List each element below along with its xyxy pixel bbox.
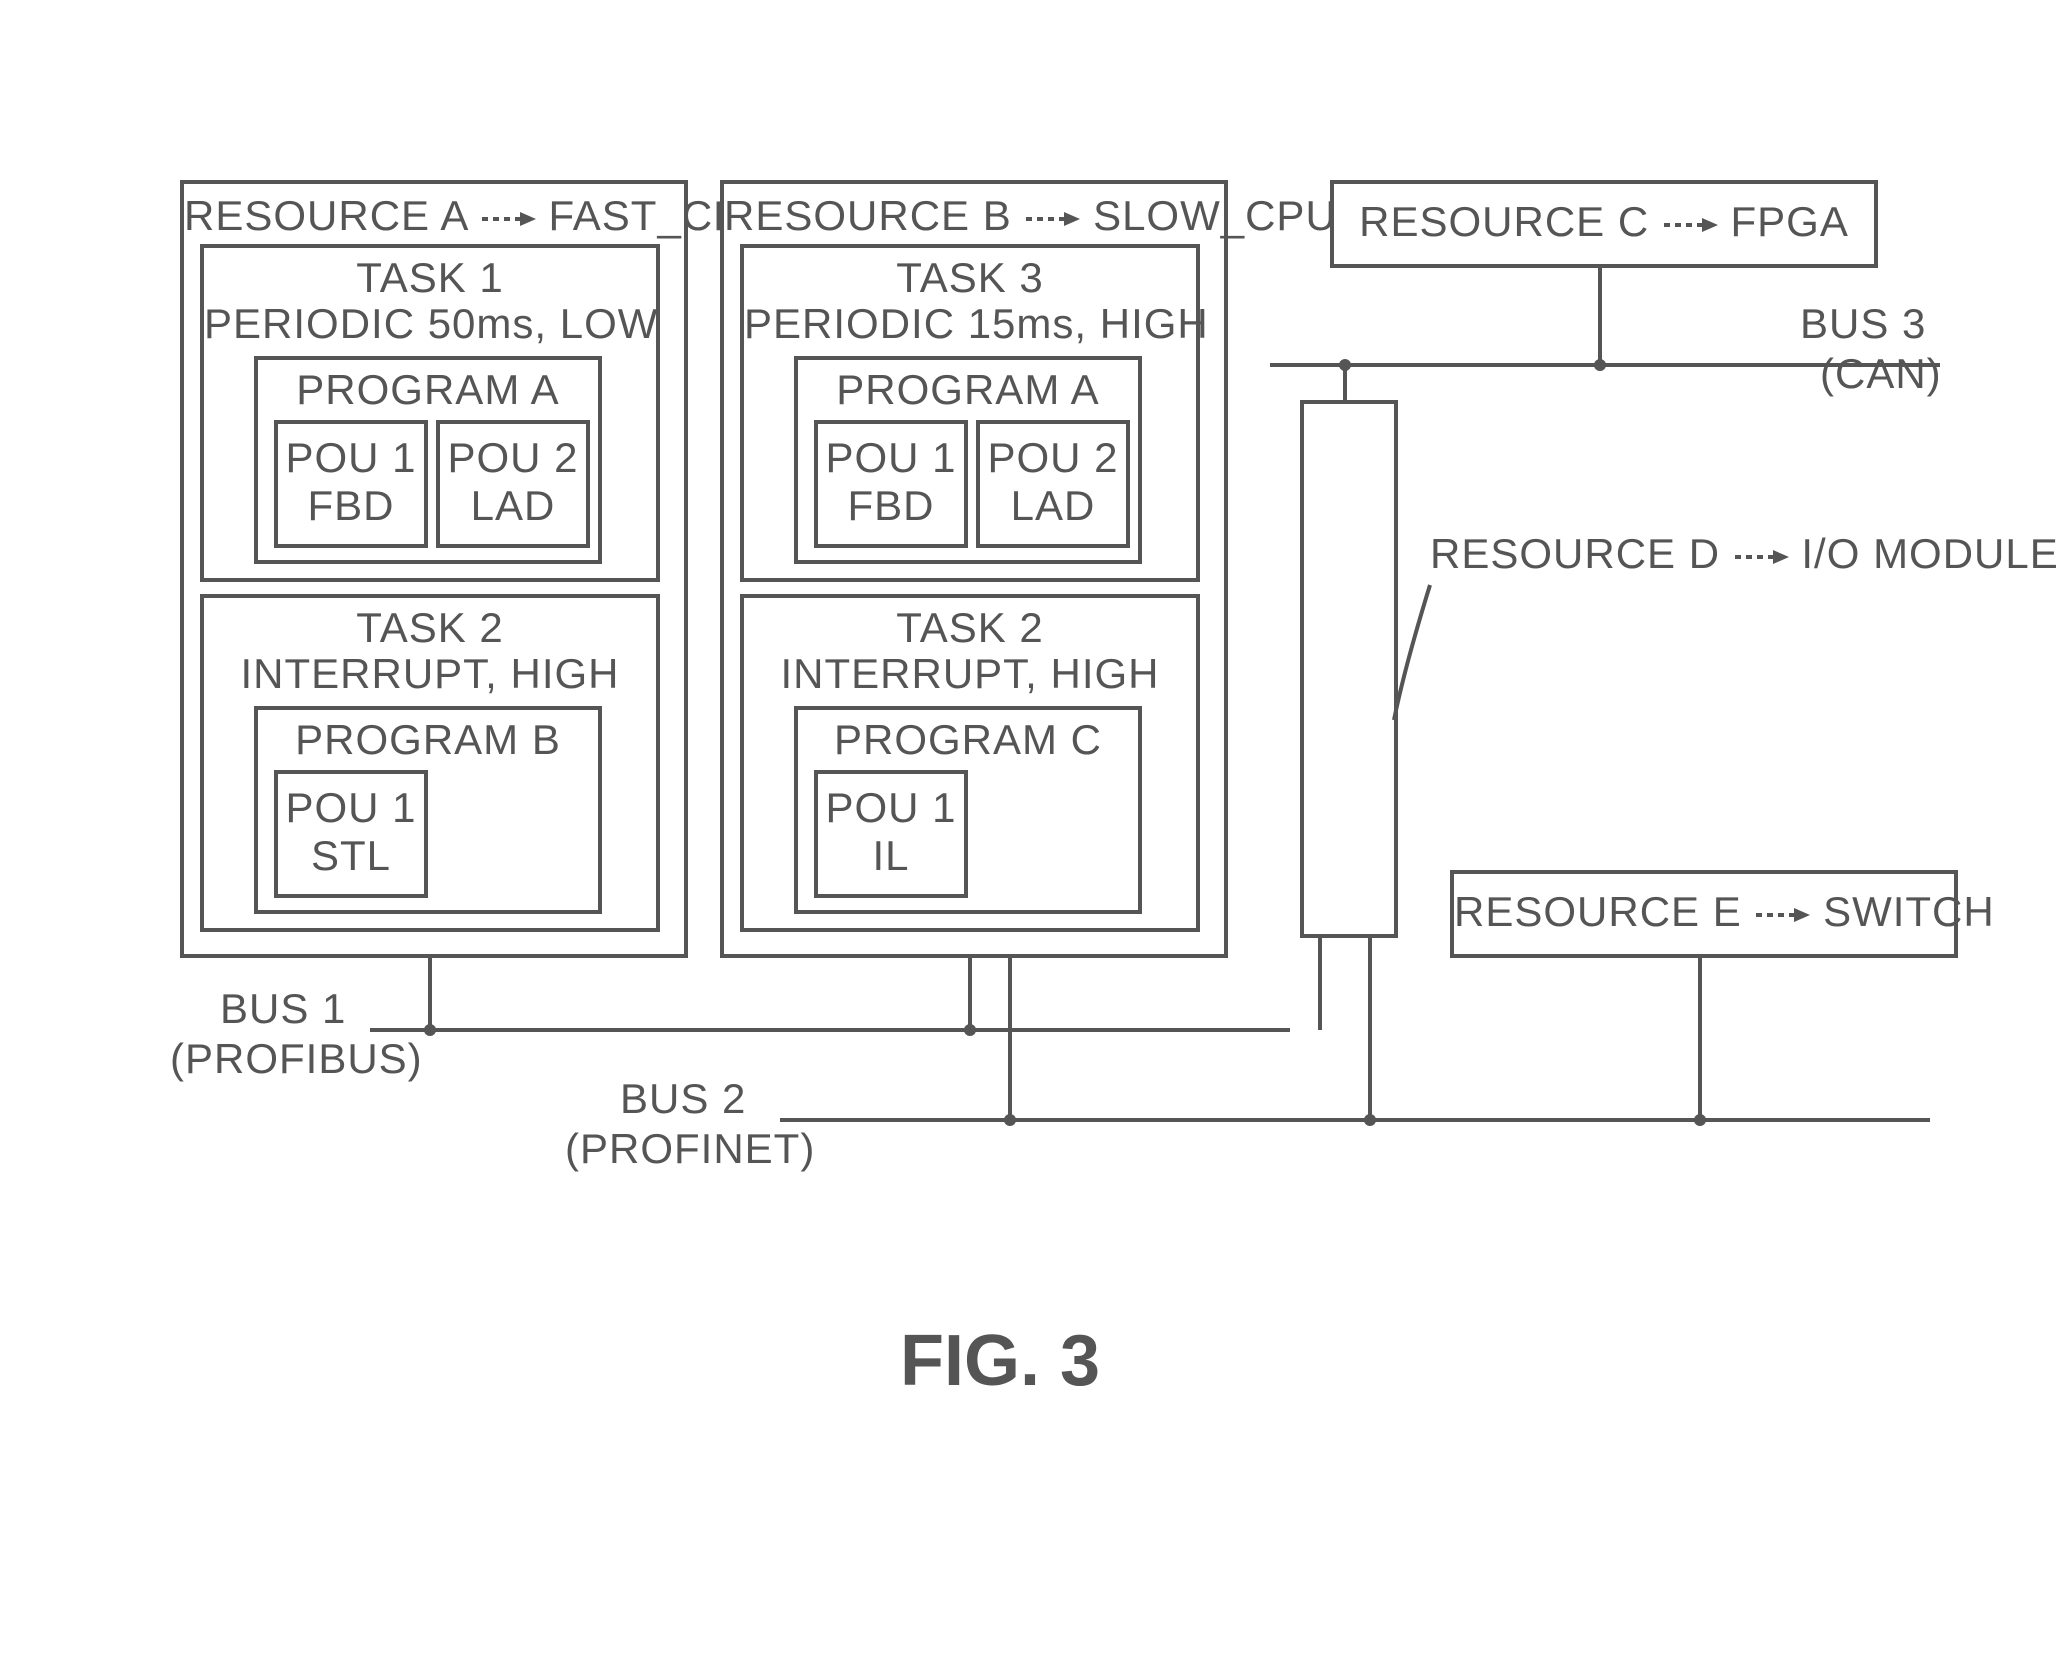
program-a-box-1: PROGRAM A POU 1 FBD POU 2 LAD [254,356,602,564]
resource-c-box: RESOURCE C FPGA [1330,180,1878,268]
pou1-stl-l2: STL [278,832,424,880]
resource-e-target: SWITCH [1823,888,1995,935]
pou1-fbd-box-a: POU 1 FBD [274,420,428,548]
resource-c-name: RESOURCE C [1359,198,1649,245]
resource-b-target: SLOW_CPU [1093,192,1337,239]
pou1-il-box: POU 1 IL [814,770,968,898]
pou2-lad-l2-a: LAD [440,482,586,530]
diagram-canvas: RESOURCE A FAST_CPU TASK 1 PERIODIC 50ms… [0,0,2068,1680]
resource-b-name: RESOURCE B [724,192,1012,239]
resource-d-label: RESOURCE D I/O MODULE [1430,530,2059,578]
resource-d-target: I/O MODULE [1801,530,2058,577]
arrow-icon [1024,209,1080,229]
program-b-title: PROGRAM B [258,716,598,764]
pou1-fbd-l2-b: FBD [818,482,964,530]
figure-caption: FIG. 3 [600,1320,1400,1402]
bus3-proto: (CAN) [1820,350,1942,398]
bus3-name: BUS 3 [1800,300,1926,348]
program-c-title: PROGRAM C [798,716,1138,764]
resource-e-header: RESOURCE E SWITCH [1454,888,1954,936]
pou1-fbd-l2-a: FBD [278,482,424,530]
task-a1-desc: PERIODIC 50ms, LOW [204,300,656,348]
resource-a-box: RESOURCE A FAST_CPU TASK 1 PERIODIC 50ms… [180,180,688,958]
arrow-icon [480,209,536,229]
pou2-lad-l2-b: LAD [980,482,1126,530]
bus1-proto: (PROFIBUS) [170,1035,423,1083]
pou1-fbd-box-b: POU 1 FBD [814,420,968,548]
resource-e-box: RESOURCE E SWITCH [1450,870,1958,958]
program-c-box: PROGRAM C POU 1 IL [794,706,1142,914]
task-b3-title: TASK 3 [744,254,1196,302]
resource-a-header: RESOURCE A FAST_CPU [184,192,684,240]
pou1-fbd-l1-b: POU 1 [818,434,964,482]
task-b2-box: TASK 2 INTERRUPT, HIGH PROGRAM C POU 1 I… [740,594,1200,932]
program-a-box-2: PROGRAM A POU 1 FBD POU 2 LAD [794,356,1142,564]
resource-c-header: RESOURCE C FPGA [1334,198,1874,246]
task-a2-desc: INTERRUPT, HIGH [204,650,656,698]
arrow-icon [1662,215,1718,235]
pou2-lad-l1-a: POU 2 [440,434,586,482]
pou1-fbd-l1-a: POU 1 [278,434,424,482]
task-a2-box: TASK 2 INTERRUPT, HIGH PROGRAM B POU 1 S… [200,594,660,932]
pou1-stl-box: POU 1 STL [274,770,428,898]
pou1-il-l1: POU 1 [818,784,964,832]
pou1-il-l2: IL [818,832,964,880]
pou2-lad-l1-b: POU 2 [980,434,1126,482]
task-b3-desc: PERIODIC 15ms, HIGH [744,300,1196,348]
program-a-title-1: PROGRAM A [258,366,598,414]
bus1-name: BUS 1 [220,985,346,1033]
resource-c-target: FPGA [1731,198,1849,245]
resource-b-box: RESOURCE B SLOW_CPU TASK 3 PERIODIC 15ms… [720,180,1228,958]
task-b2-title: TASK 2 [744,604,1196,652]
pou1-stl-l1: POU 1 [278,784,424,832]
arrow-icon [1754,905,1810,925]
program-a-title-2: PROGRAM A [798,366,1138,414]
program-b-box: PROGRAM B POU 1 STL [254,706,602,914]
task-a1-box: TASK 1 PERIODIC 50ms, LOW PROGRAM A POU … [200,244,660,582]
resource-d-box [1300,400,1398,938]
resource-d-name: RESOURCE D [1430,530,1720,577]
arrow-icon [1733,547,1789,567]
task-b2-desc: INTERRUPT, HIGH [744,650,1196,698]
task-b3-box: TASK 3 PERIODIC 15ms, HIGH PROGRAM A POU… [740,244,1200,582]
resource-b-header: RESOURCE B SLOW_CPU [724,192,1224,240]
pou2-lad-box-b: POU 2 LAD [976,420,1130,548]
bus2-name: BUS 2 [620,1075,746,1123]
bus2-proto: (PROFINET) [565,1125,815,1173]
task-a2-title: TASK 2 [204,604,656,652]
resource-e-name: RESOURCE E [1454,888,1742,935]
resource-a-name: RESOURCE A [184,192,467,239]
task-a1-title: TASK 1 [204,254,656,302]
pou2-lad-box-a: POU 2 LAD [436,420,590,548]
